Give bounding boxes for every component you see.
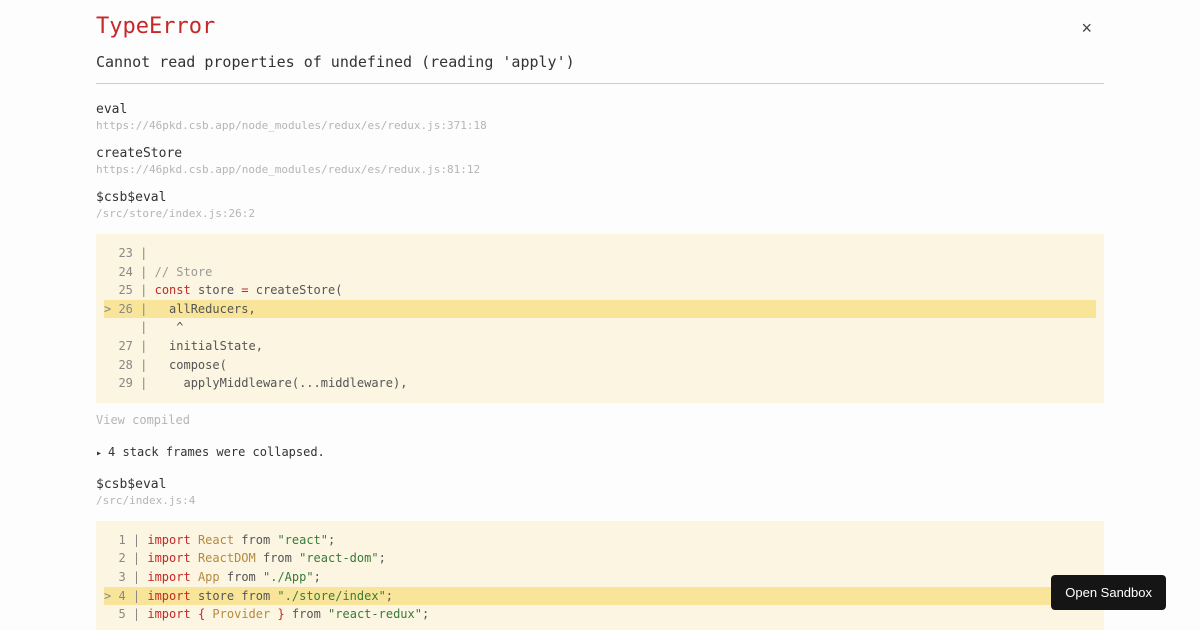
stack-frame: $csb$eval /src/store/index.js:26:2 bbox=[96, 190, 1104, 220]
frame-function: eval bbox=[96, 102, 1104, 117]
error-message: Cannot read properties of undefined (rea… bbox=[96, 53, 1104, 71]
open-sandbox-button[interactable]: Open Sandbox bbox=[1051, 575, 1166, 610]
frame-function: $csb$eval bbox=[96, 477, 1104, 492]
frame-function: createStore bbox=[96, 146, 1104, 161]
frame-location: /src/store/index.js:26:2 bbox=[96, 207, 1104, 220]
stack-frame: $csb$eval /src/index.js:4 bbox=[96, 477, 1104, 507]
stack-frame: eval https://46pkd.csb.app/node_modules/… bbox=[96, 102, 1104, 132]
frame-function: $csb$eval bbox=[96, 190, 1104, 205]
stack-frame: createStore https://46pkd.csb.app/node_m… bbox=[96, 146, 1104, 176]
close-icon[interactable]: × bbox=[1081, 18, 1092, 39]
code-block: 1 | import React from "react"; 2 | impor… bbox=[96, 521, 1104, 630]
divider bbox=[96, 83, 1104, 84]
collapsed-frames-toggle[interactable]: 4 stack frames were collapsed. bbox=[96, 445, 1104, 459]
frame-location: /src/index.js:4 bbox=[96, 494, 1104, 507]
frame-location: https://46pkd.csb.app/node_modules/redux… bbox=[96, 119, 1104, 132]
view-compiled-link[interactable]: View compiled bbox=[96, 413, 190, 427]
code-block: 23 | 24 | // Store 25 | const store = cr… bbox=[96, 234, 1104, 403]
error-type: TypeError bbox=[96, 14, 1104, 39]
frame-location: https://46pkd.csb.app/node_modules/redux… bbox=[96, 163, 1104, 176]
